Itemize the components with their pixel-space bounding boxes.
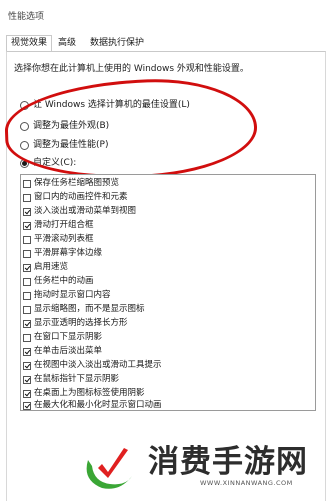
effect-item[interactable]: 启用速览 bbox=[23, 261, 68, 274]
checkbox-checked-icon bbox=[23, 401, 31, 410]
checkbox-icon bbox=[23, 291, 31, 300]
effect-item[interactable]: 拖动时显示窗口内容 bbox=[23, 289, 111, 302]
checkbox-checked-icon bbox=[23, 361, 31, 370]
tab-visual-effects[interactable]: 视觉效果 bbox=[6, 35, 53, 52]
effect-item[interactable]: 平滑屏幕字体边缘 bbox=[23, 247, 102, 260]
checkbox-checked-icon bbox=[23, 221, 31, 230]
checkbox-icon bbox=[23, 193, 31, 202]
checkbox-icon bbox=[23, 179, 31, 188]
checkbox-checked-icon bbox=[23, 207, 31, 216]
effect-item[interactable]: 窗口内的动画控件和元素 bbox=[23, 191, 128, 204]
checkbox-icon bbox=[23, 333, 31, 342]
effect-item[interactable]: 显示亚透明的选择长方形 bbox=[23, 317, 128, 330]
checkbox-checked-icon bbox=[23, 319, 31, 328]
checkbox-icon bbox=[23, 305, 31, 314]
effect-item[interactable]: 在最大化和最小化时显示窗口动画 bbox=[23, 399, 162, 410]
leaf-check-logo-icon bbox=[86, 448, 132, 489]
effect-item[interactable]: 在视图中淡入淡出或滑动工具提示 bbox=[23, 359, 162, 372]
effects-checkbox-list[interactable]: 保存任务栏缩略图预览 窗口内的动画控件和元素 淡入淡出或滑动菜单到视图 滑动打开… bbox=[20, 174, 316, 411]
tab-advanced[interactable]: 高级 bbox=[54, 36, 80, 51]
effect-item[interactable]: 显示缩略图，而不是显示图标 bbox=[23, 303, 145, 316]
title-bar: 性能选项 bbox=[0, 0, 333, 30]
description-text: 选择你想在此计算机上使用的 Windows 外观和性能设置。 bbox=[14, 64, 249, 74]
effect-item[interactable]: 任务栏中的动画 bbox=[23, 275, 94, 288]
watermark-text: 消费手游网 bbox=[148, 444, 308, 480]
effect-item[interactable]: 在鼠标指针下显示阴影 bbox=[23, 373, 119, 386]
watermark-url: WWW.XINNANWANG.COM bbox=[200, 479, 293, 487]
effect-item[interactable]: 滑动打开组合框 bbox=[23, 219, 94, 232]
effect-item[interactable]: 保存任务栏缩略图预览 bbox=[23, 177, 119, 190]
checkbox-icon bbox=[23, 249, 31, 258]
checkbox-icon bbox=[23, 235, 31, 244]
checkbox-checked-icon bbox=[23, 347, 31, 356]
checkbox-checked-icon bbox=[23, 389, 31, 398]
window-title: 性能选项 bbox=[8, 12, 45, 22]
effect-item[interactable]: 在窗口下显示阴影 bbox=[23, 331, 102, 344]
checkbox-icon bbox=[23, 277, 31, 286]
site-watermark: 消费手游网 WWW.XINNANWANG.COM bbox=[0, 430, 333, 500]
effect-item[interactable]: 在单击后淡出菜单 bbox=[23, 345, 102, 358]
checkbox-checked-icon bbox=[23, 375, 31, 384]
checkbox-checked-icon bbox=[23, 263, 31, 272]
tab-dep[interactable]: 数据执行保护 bbox=[86, 36, 148, 51]
effect-item[interactable]: 淡入淡出或滑动菜单到视图 bbox=[23, 205, 136, 218]
effect-item[interactable]: 平滑滚动列表框 bbox=[23, 233, 94, 246]
